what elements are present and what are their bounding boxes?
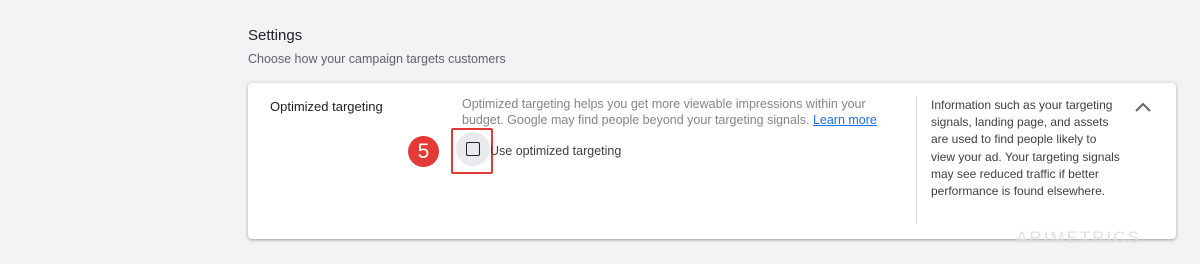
chevron-up-icon (1135, 102, 1151, 112)
checkbox-label[interactable]: Use optimized targeting (490, 144, 621, 158)
watermark-logo: ARIMETRICS (1016, 228, 1141, 247)
setting-description: Optimized targeting helps you get more v… (462, 97, 892, 128)
help-text: Information such as your targeting signa… (931, 98, 1120, 199)
collapse-button[interactable] (1130, 95, 1156, 121)
learn-more-link[interactable]: Learn more (813, 113, 877, 127)
description-text: Optimized targeting helps you get more v… (462, 97, 866, 127)
step-badge: 5 (408, 136, 439, 167)
setting-label: Optimized targeting (270, 99, 383, 114)
optimized-targeting-card: Optimized targeting Optimized targeting … (248, 83, 1176, 239)
section-subtitle: Choose how your campaign targets custome… (248, 52, 506, 66)
highlight-box (451, 128, 493, 174)
section-title: Settings (248, 27, 303, 44)
divider (916, 96, 917, 224)
